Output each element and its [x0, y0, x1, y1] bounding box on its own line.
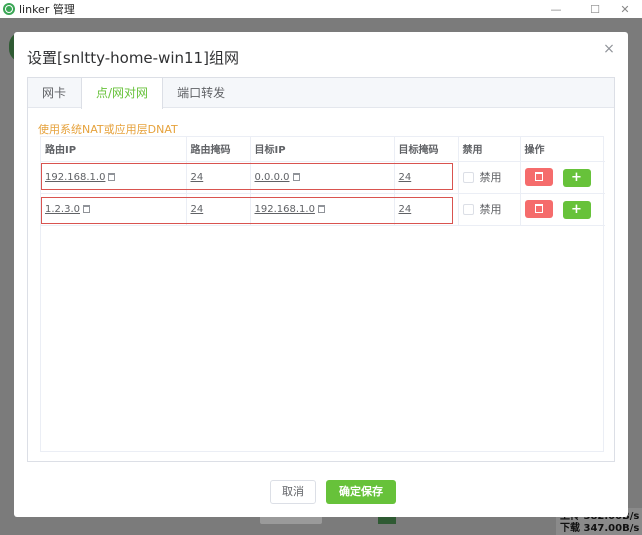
target-mask-value[interactable]: 24 [399, 172, 412, 183]
disable-label[interactable]: 禁用 [480, 171, 502, 184]
delete-row-button[interactable] [524, 167, 553, 186]
window-title: linker 管理 [19, 3, 75, 16]
minimize-button[interactable]: — [541, 0, 571, 18]
app-logo-icon [3, 3, 15, 15]
cell-route-mask: 24 [186, 193, 251, 226]
add-row-button[interactable]: + [562, 168, 591, 187]
trash-icon [534, 204, 543, 213]
disable-label[interactable]: 禁用 [480, 203, 502, 216]
header-disable: 禁用 [458, 137, 521, 162]
route-ip-value[interactable]: 1.2.3.0 [45, 204, 80, 215]
disable-checkbox[interactable] [462, 204, 474, 215]
dialog-close-icon[interactable]: × [602, 42, 616, 56]
trash-icon [534, 172, 543, 181]
tab-point-to-network[interactable]: 点/网对网 [81, 78, 164, 109]
header-actions: 操作 [520, 137, 605, 162]
tab-port-forward[interactable]: 端口转发 [163, 78, 240, 108]
route-mask-value[interactable]: 24 [191, 172, 204, 183]
tabs-header: 网卡 点/网对网 端口转发 [28, 78, 614, 109]
delete-icon[interactable] [292, 172, 300, 181]
cell-actions: + [520, 161, 605, 194]
cell-target-ip: 0.0.0.0 [250, 161, 395, 194]
cell-route-ip: 1.2.3.0 [41, 193, 187, 226]
route-mask-value[interactable]: 24 [191, 204, 204, 215]
window-titlebar: linker 管理 — ☐ ✕ [0, 0, 642, 18]
cell-disable: 禁用 [458, 161, 521, 194]
cell-target-ip: 192.168.1.0 [250, 193, 395, 226]
add-row-button[interactable]: + [562, 200, 591, 219]
delete-icon[interactable] [108, 172, 116, 181]
dialog-title: 设置[snltty-home-win11]组网 [27, 49, 239, 67]
table-row: 1.2.3.0 24 192.168.1.0 24 禁用 + [41, 193, 605, 226]
delete-row-button[interactable] [524, 199, 553, 218]
tab-nic[interactable]: 网卡 [28, 78, 81, 108]
nat-note: 使用系统NAT或应用层DNAT [38, 123, 178, 136]
cell-route-mask: 24 [186, 161, 251, 194]
delete-icon[interactable] [317, 204, 325, 213]
cell-target-mask: 24 [394, 161, 459, 194]
disable-checkbox[interactable] [462, 172, 474, 183]
cell-route-ip: 192.168.1.0 [41, 161, 187, 194]
header-target-ip: 目标IP [250, 137, 395, 162]
tabs-card: 网卡 点/网对网 端口转发 使用系统NAT或应用层DNAT 路由IP 路由掩码 … [27, 77, 615, 462]
speed-down: 下载 347.00B/s [560, 523, 640, 534]
save-button[interactable]: 确定保存 [326, 480, 396, 504]
cell-actions: + [520, 193, 605, 226]
target-mask-value[interactable]: 24 [399, 204, 412, 215]
cancel-button[interactable]: 取消 [270, 480, 316, 504]
dialog-footer: 取消 确定保存 [14, 480, 628, 504]
target-ip-value[interactable]: 0.0.0.0 [255, 172, 290, 183]
cell-target-mask: 24 [394, 193, 459, 226]
cell-disable: 禁用 [458, 193, 521, 226]
header-route-ip: 路由IP [41, 137, 187, 162]
delete-icon[interactable] [83, 204, 90, 213]
target-ip-value[interactable]: 192.168.1.0 [255, 204, 315, 215]
table-row: 192.168.1.0 24 0.0.0.0 24 禁用 + [41, 161, 605, 194]
network-settings-dialog: 设置[snltty-home-win11]组网 × 网卡 点/网对网 端口转发 … [14, 32, 628, 517]
header-target-mask: 目标掩码 [394, 137, 459, 162]
route-ip-value[interactable]: 192.168.1.0 [45, 172, 105, 183]
window-close-button[interactable]: ✕ [610, 0, 640, 18]
table-header-row: 路由IP 路由掩码 目标IP 目标掩码 禁用 操作 [41, 137, 605, 162]
header-route-mask: 路由掩码 [186, 137, 251, 162]
maximize-button[interactable]: ☐ [580, 0, 610, 18]
route-table: 路由IP 路由掩码 目标IP 目标掩码 禁用 操作 192.168.1.0 24… [40, 136, 605, 452]
